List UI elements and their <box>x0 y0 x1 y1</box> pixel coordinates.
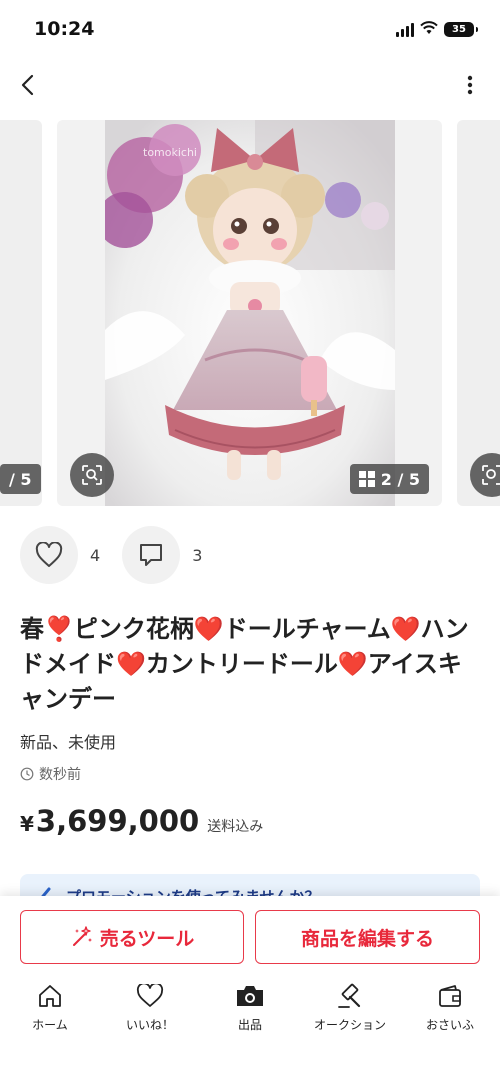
heart-icon <box>35 542 63 567</box>
zoom-scan-icon <box>82 465 102 485</box>
tab-wallet[interactable]: おさいふ <box>400 982 500 1042</box>
posted-time: 数秒前 <box>20 764 81 784</box>
image-carousel[interactable]: / 5 tomokichi 2 / 5 <box>0 120 500 506</box>
status-bar: 10:24 35 <box>0 0 500 56</box>
back-button[interactable] <box>12 68 42 102</box>
tab-home[interactable]: ホーム <box>0 982 100 1042</box>
chevron-left-icon <box>21 74 34 96</box>
image-counter: 2 / 5 <box>349 464 429 494</box>
posted-time-text: 数秒前 <box>39 767 81 783</box>
carousel-slide-current[interactable]: tomokichi 2 / 5 <box>57 120 442 506</box>
comment-count: 3 <box>192 545 203 565</box>
tab-likes[interactable]: いいね！ <box>100 982 200 1042</box>
magic-wand-icon <box>72 926 92 946</box>
engagement-row: 4 3 <box>20 526 224 584</box>
nav-bar <box>0 62 500 108</box>
price-row: ¥ 3,699,000 送料込み <box>20 804 263 838</box>
product-photo: tomokichi <box>105 120 395 506</box>
photo-watermark: tomokichi <box>143 146 197 159</box>
tab-auction[interactable]: オークション <box>300 982 400 1042</box>
more-options-button[interactable] <box>460 68 480 102</box>
tab-auction-label: オークション <box>313 1018 386 1032</box>
status-icons: 35 <box>396 20 478 39</box>
camera-icon <box>235 982 265 1010</box>
tab-bar: ホーム いいね！ 出品 オークション おさいふ <box>0 982 500 1042</box>
zoom-scan-icon <box>482 465 500 485</box>
grid-icon <box>358 471 375 487</box>
tab-listing-label: 出品 <box>237 1018 262 1032</box>
bottom-action-panel: 売るツール 商品を編集する ホーム いいね！ 出品 オークション おさいふ <box>0 896 500 1080</box>
gavel-icon <box>337 982 363 1010</box>
zoom-button[interactable] <box>70 453 114 497</box>
like-button[interactable] <box>20 526 78 584</box>
next-slide-zoom-button[interactable] <box>470 453 500 497</box>
tab-wallet-label: おさいふ <box>425 1018 474 1032</box>
heart-icon <box>136 982 164 1010</box>
sell-tool-button[interactable]: 売るツール <box>20 910 244 964</box>
tab-listing[interactable]: 出品 <box>200 982 300 1042</box>
battery-indicator: 35 <box>444 22 478 37</box>
carousel-slide-previous[interactable]: / 5 <box>0 120 42 506</box>
product-title: 春❣️ピンク花柄❤️ドールチャーム❤️ハンドメイド❤️カントリードール❤️アイス… <box>20 615 469 713</box>
comment-button[interactable] <box>122 526 181 584</box>
edit-item-button[interactable]: 商品を編集する <box>255 910 480 964</box>
tab-home-label: ホーム <box>32 1018 68 1032</box>
signal-icon <box>396 22 414 37</box>
home-icon <box>37 982 63 1010</box>
wallet-icon <box>437 982 463 1010</box>
image-counter-text: 2 / 5 <box>380 469 420 489</box>
wifi-icon <box>420 20 438 39</box>
status-time: 10:24 <box>34 18 95 40</box>
more-vertical-icon <box>467 75 473 95</box>
currency-symbol: ¥ <box>20 812 34 836</box>
carousel-slide-next[interactable] <box>457 120 500 506</box>
clock-icon <box>20 767 34 781</box>
shipping-label: 送料込み <box>207 819 264 835</box>
edit-item-label: 商品を編集する <box>300 927 434 950</box>
previous-slide-counter: / 5 <box>0 464 41 494</box>
product-price: 3,699,000 <box>35 804 200 838</box>
sell-tool-label: 売るツール <box>99 927 195 950</box>
tab-likes-label: いいね！ <box>125 1018 174 1032</box>
product-condition: 新品、未使用 <box>20 733 117 752</box>
like-count: 4 <box>90 545 101 565</box>
comment-icon <box>140 544 163 566</box>
